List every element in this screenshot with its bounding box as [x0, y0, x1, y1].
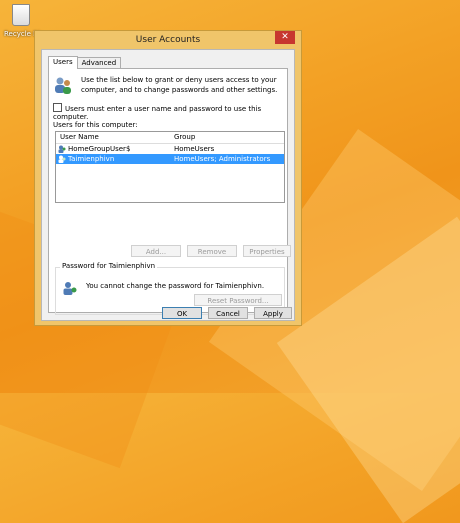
require-password-row[interactable]: Users must enter a user name and passwor…: [53, 103, 287, 121]
close-button[interactable]: ✕: [275, 31, 295, 44]
password-group-title: Password for Taimienphivn: [60, 262, 158, 270]
user-name-cell: Taimienphivn: [68, 155, 115, 163]
require-password-label: Users must enter a user name and passwor…: [53, 105, 262, 121]
ok-button[interactable]: OK: [162, 307, 202, 319]
users-list-label: Users for this computer:: [53, 121, 138, 129]
cancel-button[interactable]: Cancel: [208, 307, 248, 319]
dialog-client: Users Advanced Use the list below to gran…: [41, 49, 295, 321]
remove-button[interactable]: Remove: [187, 245, 237, 257]
group-cell: HomeUsers; Administrators: [174, 155, 271, 163]
user-icon: [58, 155, 66, 163]
user-name-cell: HomeGroupUser$: [68, 145, 131, 153]
user-accounts-window: User Accounts ✕ Users Advanced Use the li…: [34, 30, 302, 326]
users-table: User Name Group HomeGroupUser$ HomeUsers: [55, 131, 285, 203]
recycle-bin-label: Recycle Bin: [4, 30, 45, 38]
intro-text: Use the list below to grant or deny user…: [81, 76, 278, 94]
recycle-bin-icon: [12, 4, 30, 26]
add-button[interactable]: Add...: [131, 245, 181, 257]
user-password-icon: [63, 282, 77, 295]
user-icon: [58, 145, 66, 153]
title-bar[interactable]: User Accounts ✕: [35, 31, 301, 49]
reset-password-button[interactable]: Reset Password...: [194, 294, 282, 306]
apply-button[interactable]: Apply: [254, 307, 292, 319]
table-header: User Name Group: [56, 132, 284, 144]
require-password-checkbox[interactable]: [53, 103, 62, 112]
properties-button[interactable]: Properties: [243, 245, 291, 257]
window-title: User Accounts: [135, 35, 201, 45]
tab-strip: Users Advanced: [48, 56, 122, 69]
column-header-user-name[interactable]: User Name: [60, 133, 99, 141]
recycle-bin[interactable]: Recycle Bin: [4, 4, 45, 38]
password-message: You cannot change the password for Taimi…: [86, 282, 265, 290]
table-row[interactable]: Taimienphivn HomeUsers; Administrators: [56, 154, 284, 164]
users-panel: Use the list below to grant or deny user…: [48, 68, 291, 315]
table-row[interactable]: HomeGroupUser$ HomeUsers: [56, 144, 284, 154]
group-cell: HomeUsers: [174, 145, 215, 153]
users-icon: [55, 77, 71, 94]
column-header-group[interactable]: Group: [174, 133, 195, 141]
tab-users[interactable]: Users: [48, 56, 78, 69]
